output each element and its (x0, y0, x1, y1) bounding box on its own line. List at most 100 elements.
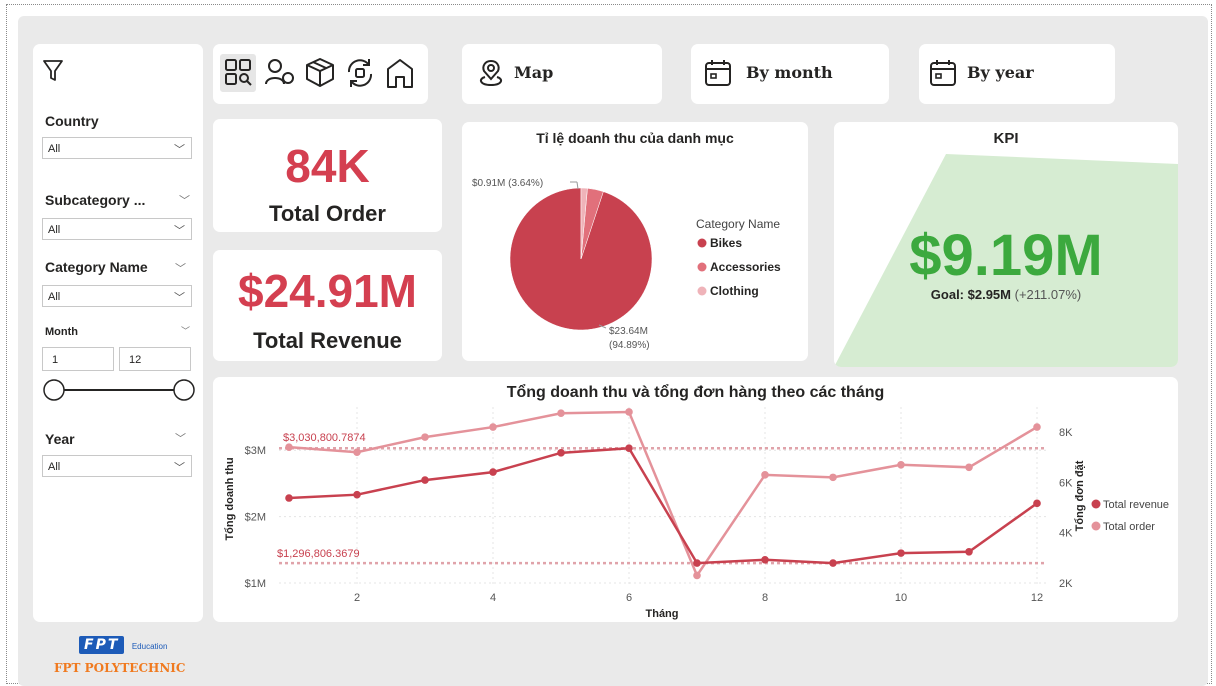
data-point[interactable] (1033, 499, 1041, 508)
x-tick-label: 2 (354, 592, 360, 604)
country-dropdown[interactable]: All ﹀ (42, 137, 192, 159)
pie-chart: $0.91M (3.64%) $23.64M (94.89%) Category… (472, 178, 781, 351)
country-dropdown-value: All (48, 143, 61, 155)
data-point[interactable] (353, 490, 361, 499)
legend-marker (697, 286, 707, 296)
data-point[interactable] (557, 409, 565, 418)
data-point[interactable] (625, 408, 633, 416)
calendar-icon (930, 60, 956, 86)
month-max-input[interactable]: 12 (119, 347, 191, 371)
data-point[interactable] (625, 444, 633, 453)
month-range-slider[interactable] (42, 377, 198, 403)
data-point[interactable] (489, 423, 497, 431)
map-pin-icon (479, 59, 503, 87)
chevron-down-icon[interactable]: ﹀ (181, 324, 190, 337)
legend-item-total-order[interactable]: Total order (1103, 521, 1155, 533)
pie-big-label-percent: (94.89%) (609, 340, 650, 351)
monthly-line-chart-card: Tổng doanh thu và tổng đơn hàng theo các… (213, 377, 1178, 622)
refresh-icon[interactable] (342, 55, 378, 91)
series-line-total-order[interactable] (288, 410, 1038, 579)
chevron-down-icon: ﹀ (174, 292, 185, 304)
x-tick-label: 6 (626, 592, 632, 604)
total-order-label: Total Order (269, 201, 386, 226)
dashboard-icon[interactable] (220, 54, 256, 92)
data-point[interactable] (421, 476, 429, 484)
chevron-down-icon: ﹀ (174, 144, 185, 156)
map-button[interactable]: Map (462, 44, 662, 104)
data-point[interactable] (761, 471, 769, 479)
home-icon[interactable] (382, 55, 418, 91)
y-right-tick-label: 8K (1059, 427, 1073, 439)
total-revenue-label: Total Revenue (253, 328, 402, 353)
data-point[interactable] (965, 463, 973, 472)
x-axis-label: Tháng (646, 608, 679, 620)
data-point[interactable] (285, 494, 293, 502)
data-point[interactable] (897, 549, 905, 557)
data-point[interactable] (489, 468, 497, 476)
legend-marker (1091, 499, 1101, 509)
data-point[interactable] (761, 555, 769, 564)
year-slicer-title: Year (45, 431, 75, 447)
fpt-logo-mark: FPT (79, 636, 125, 654)
data-point[interactable] (353, 448, 361, 457)
legend-marker (697, 262, 707, 272)
kpi-title: KPI (993, 130, 1019, 147)
chevron-down-icon[interactable]: ﹀ (175, 260, 186, 276)
y-axis-left-label: Tổng doanh thu (224, 457, 236, 540)
y-left-tick-label: $3M (245, 445, 266, 457)
total-order-value: 84K (285, 140, 370, 192)
y-right-tick-label: 2K (1059, 578, 1073, 590)
legend-item-bikes[interactable]: Bikes (710, 236, 742, 250)
month-min-input[interactable]: 1 (42, 347, 114, 371)
y-left-tick-label: $1M (245, 578, 266, 590)
by-month-button[interactable]: By month (691, 44, 889, 104)
data-point[interactable] (1033, 423, 1041, 431)
x-tick-label: 4 (490, 592, 496, 604)
legend-item-total-revenue[interactable]: Total revenue (1103, 499, 1169, 511)
subcategory-slicer-title: Subcategory ... (45, 192, 146, 208)
pie-big-label-value: $23.64M (609, 326, 648, 337)
line-chart: $1M $2M $3M 2K 4K 6K 8K 2 4 6 8 10 12 $3,030,800.787… (224, 407, 1169, 620)
data-point[interactable] (693, 559, 701, 567)
legend-marker (697, 238, 707, 248)
chevron-down-icon[interactable]: ﹀ (175, 430, 186, 446)
slider-min-handle[interactable] (43, 379, 65, 401)
subcategory-dropdown-value: All (48, 224, 61, 236)
filter-icon[interactable] (42, 58, 64, 84)
chevron-down-icon[interactable]: ﹀ (179, 192, 190, 208)
product-icon[interactable] (302, 55, 338, 91)
y-right-tick-label: 6K (1059, 477, 1073, 489)
x-tick-label: 10 (895, 592, 907, 604)
category-dropdown[interactable]: All ﹀ (42, 285, 192, 307)
kpi-goal-label: Goal: $2.95M (930, 287, 1011, 302)
customers-icon[interactable] (262, 55, 298, 91)
data-point[interactable] (829, 559, 837, 567)
year-dropdown[interactable]: All ﹀ (42, 455, 192, 477)
pie-legend-title: Category Name (696, 217, 780, 231)
slider-max-handle[interactable] (173, 379, 195, 401)
data-point[interactable] (285, 443, 293, 451)
data-point[interactable] (897, 460, 905, 469)
ref-high-label: $3,030,800.7874 (283, 432, 366, 444)
kpi-value: $9.19M (909, 223, 1103, 288)
data-point[interactable] (421, 433, 429, 441)
by-year-button[interactable]: By year (919, 44, 1115, 104)
country-slicer-title: Country (45, 113, 99, 129)
data-point[interactable] (965, 547, 973, 556)
data-point[interactable] (693, 571, 701, 580)
legend-item-clothing[interactable]: Clothing (710, 284, 759, 298)
chevron-down-icon: ﹀ (174, 225, 185, 237)
kpi-goal: Goal: $2.95M (+211.07%) (834, 287, 1178, 302)
data-point[interactable] (829, 473, 837, 482)
legend-item-accessories[interactable]: Accessories (710, 260, 781, 274)
fpt-education-label: Education (131, 642, 168, 651)
ref-low-label: $1,296,806.3679 (277, 548, 360, 560)
slicer-panel: Country All ﹀ Subcategory ... ﹀ All ﹀ Ca… (33, 44, 203, 622)
data-point[interactable] (557, 449, 565, 457)
kpi-card: KPI $9.19M Goal: $2.95M (+211.07%) (834, 122, 1178, 367)
page-nav-icons (213, 44, 428, 104)
total-order-card: 84K Total Order (213, 119, 442, 232)
x-tick-label: 8 (762, 592, 768, 604)
chevron-down-icon: ﹀ (174, 462, 185, 474)
subcategory-dropdown[interactable]: All ﹀ (42, 218, 192, 240)
